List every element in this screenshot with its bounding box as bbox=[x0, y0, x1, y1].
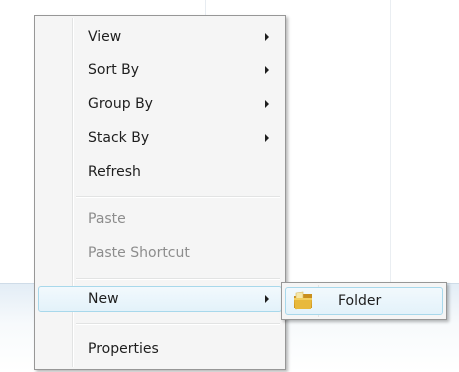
menu-item-paste: Paste bbox=[38, 206, 282, 232]
menu-item-label: New bbox=[88, 291, 119, 307]
menu-item-new[interactable]: New bbox=[38, 286, 282, 312]
menu-item-label: Stack By bbox=[88, 130, 150, 146]
column-divider bbox=[390, 0, 391, 283]
folder-icon bbox=[292, 291, 314, 311]
submenu-item-folder[interactable]: Folder bbox=[285, 287, 443, 315]
menu-item-paste-shortcut: Paste Shortcut bbox=[38, 240, 282, 266]
menu-item-label: Group By bbox=[88, 96, 153, 112]
menu-item-stack-by[interactable]: Stack By bbox=[38, 125, 282, 151]
submenu-arrow-icon bbox=[265, 134, 269, 142]
menu-item-refresh[interactable]: Refresh bbox=[38, 159, 282, 185]
menu-separator bbox=[76, 324, 280, 325]
menu-item-label: Sort By bbox=[88, 62, 140, 78]
menu-item-label: View bbox=[88, 29, 122, 45]
menu-item-label: Paste bbox=[88, 211, 126, 227]
new-submenu: Folder bbox=[281, 282, 447, 320]
menu-item-label: Paste Shortcut bbox=[88, 245, 190, 261]
menu-item-view[interactable]: View bbox=[38, 24, 282, 50]
menu-item-properties[interactable]: Properties bbox=[38, 336, 282, 362]
menu-separator bbox=[76, 279, 280, 280]
menu-item-sort-by[interactable]: Sort By bbox=[38, 57, 282, 83]
submenu-arrow-icon bbox=[265, 100, 269, 108]
submenu-item-label: Folder bbox=[338, 293, 382, 309]
submenu-arrow-icon bbox=[265, 66, 269, 74]
menu-separator bbox=[76, 197, 280, 198]
submenu-arrow-icon bbox=[265, 33, 269, 41]
context-menu: View Sort By Group By Stack By Refresh P… bbox=[34, 15, 286, 370]
menu-item-group-by[interactable]: Group By bbox=[38, 91, 282, 117]
menu-item-label: Refresh bbox=[88, 164, 141, 180]
submenu-arrow-icon bbox=[265, 295, 269, 303]
menu-item-label: Properties bbox=[88, 341, 159, 357]
